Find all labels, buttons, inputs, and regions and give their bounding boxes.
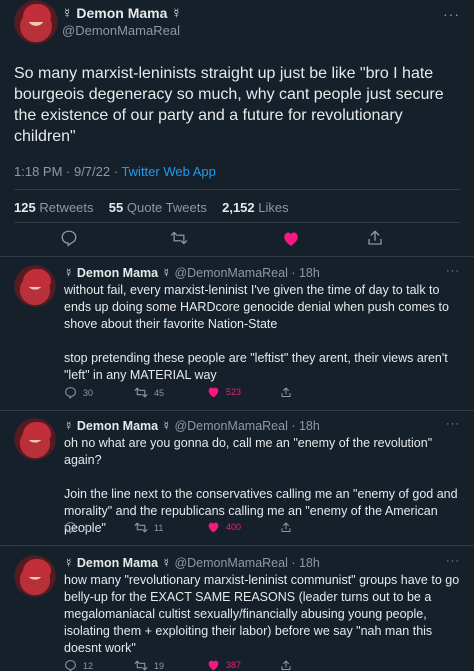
like-count: 387 — [226, 660, 242, 670]
reply-header: ☿ Demon Mama ☿ @DemonMamaReal · 18h — [64, 265, 320, 281]
reply-tweet[interactable]: ☿ Demon Mama ☿ @DemonMamaReal · 18h ··· … — [0, 418, 474, 543]
reply-icon[interactable] — [60, 229, 78, 247]
share-icon — [281, 660, 291, 670]
divider — [14, 189, 460, 190]
tweet-meta: 1:18 PM · 9/7/22 · Twitter Web App — [14, 164, 216, 179]
like-count: 400 — [226, 522, 242, 532]
reply-text: how many "revolutionary marxist-leninist… — [64, 572, 464, 657]
reply-icon — [65, 522, 76, 534]
tweet-source-link[interactable]: Twitter Web App — [121, 164, 215, 179]
reply-header: ☿ Demon Mama ☿ @DemonMamaReal · 18h — [64, 555, 320, 571]
author-handle-time[interactable]: @DemonMamaReal · 18h — [171, 266, 319, 280]
share-icon — [281, 522, 291, 532]
retweet-count: 11 — [154, 522, 164, 533]
like-label[interactable]: Likes — [258, 200, 288, 215]
divider — [0, 256, 474, 257]
author-handle-time[interactable]: @DemonMamaReal · 18h — [171, 556, 319, 570]
more-options-icon[interactable]: ··· — [443, 6, 460, 22]
retweet-icon — [134, 522, 148, 533]
reply-paragraph: oh no what are you gonna do, call me an … — [64, 436, 433, 467]
more-options-icon[interactable]: ··· — [446, 555, 460, 567]
reply-count: 12 — [83, 660, 94, 671]
avatar[interactable] — [14, 418, 56, 460]
quote-count[interactable]: 55 — [109, 200, 123, 215]
main-tweet-header: ☿ Demon Mama ☿ @DemonMamaReal — [62, 4, 182, 40]
like-button[interactable]: 523 — [207, 386, 241, 398]
reply-tweet[interactable]: ☿ Demon Mama ☿ @DemonMamaReal · 18h ··· … — [0, 555, 474, 671]
retweet-icon[interactable] — [170, 229, 188, 247]
reply-button[interactable]: 30 — [64, 386, 93, 399]
tweet-action-bar — [0, 225, 474, 253]
reply-button[interactable]: 12 — [64, 659, 93, 671]
retweet-count[interactable]: 125 — [14, 200, 36, 215]
retweet-label[interactable]: Retweets — [39, 200, 93, 215]
like-button[interactable]: 400 — [207, 521, 241, 533]
retweet-button[interactable]: 11 — [134, 521, 163, 534]
like-icon — [208, 387, 219, 398]
reply-action-bar: 12 19 387 — [64, 659, 304, 671]
tweet-text: So many marxist-leninists straight up ju… — [14, 65, 444, 145]
retweet-icon — [134, 387, 148, 398]
reply-tweet[interactable]: ☿ Demon Mama ☿ @DemonMamaReal · 18h ··· … — [0, 265, 474, 405]
like-count[interactable]: 2,152 — [222, 200, 255, 215]
divider — [0, 410, 474, 411]
retweet-button[interactable]: 19 — [134, 659, 164, 671]
tweet-timestamp[interactable]: 1:18 PM · 9/7/22 · — [14, 164, 121, 179]
share-button[interactable] — [280, 521, 292, 534]
reply-action-bar: 4 11 400 — [64, 521, 304, 537]
retweet-count: 19 — [154, 660, 165, 671]
quote-label[interactable]: Quote Tweets — [127, 200, 207, 215]
reply-count: 30 — [83, 387, 94, 398]
divider — [14, 222, 460, 223]
reply-count: 4 — [83, 522, 89, 533]
like-icon[interactable] — [282, 229, 300, 247]
reply-icon — [65, 387, 76, 399]
reply-action-bar: 30 45 523 — [64, 386, 304, 402]
share-icon — [281, 387, 291, 397]
reply-header: ☿ Demon Mama ☿ @DemonMamaReal · 18h — [64, 418, 320, 434]
like-icon — [208, 522, 219, 533]
more-options-icon[interactable]: ··· — [446, 265, 460, 277]
share-button[interactable] — [280, 659, 292, 671]
reply-paragraph: stop pretending these people are "leftis… — [64, 351, 448, 382]
share-icon[interactable] — [366, 229, 384, 247]
author-name[interactable]: ☿ Demon Mama ☿ — [64, 419, 171, 433]
avatar[interactable] — [14, 265, 56, 307]
avatar[interactable] — [14, 0, 58, 44]
divider — [0, 545, 474, 546]
retweet-count: 45 — [154, 387, 165, 398]
tweet-stats: 125 Retweets 55 Quote Tweets 2,152 Likes — [14, 200, 289, 215]
author-name[interactable]: ☿ Demon Mama ☿ — [64, 556, 171, 570]
reply-paragraph: without fail, every marxist-leninist I'v… — [64, 283, 449, 331]
avatar[interactable] — [14, 555, 56, 597]
like-count: 523 — [226, 387, 242, 397]
author-handle[interactable]: @DemonMamaReal — [62, 22, 182, 40]
reply-icon — [65, 660, 76, 671]
reply-button[interactable]: 4 — [64, 521, 88, 534]
like-button[interactable]: 387 — [207, 659, 241, 671]
reply-text: without fail, every marxist-leninist I'v… — [64, 282, 464, 384]
share-button[interactable] — [280, 386, 292, 399]
retweet-button[interactable]: 45 — [134, 386, 164, 399]
reply-paragraph: how many "revolutionary marxist-leninist… — [64, 573, 460, 655]
author-name[interactable]: ☿ Demon Mama ☿ — [64, 266, 171, 280]
more-options-icon[interactable]: ··· — [446, 418, 460, 430]
like-icon — [208, 660, 219, 671]
author-name[interactable]: ☿ Demon Mama ☿ — [62, 4, 182, 22]
retweet-icon — [134, 660, 148, 671]
author-handle-time[interactable]: @DemonMamaReal · 18h — [171, 419, 319, 433]
